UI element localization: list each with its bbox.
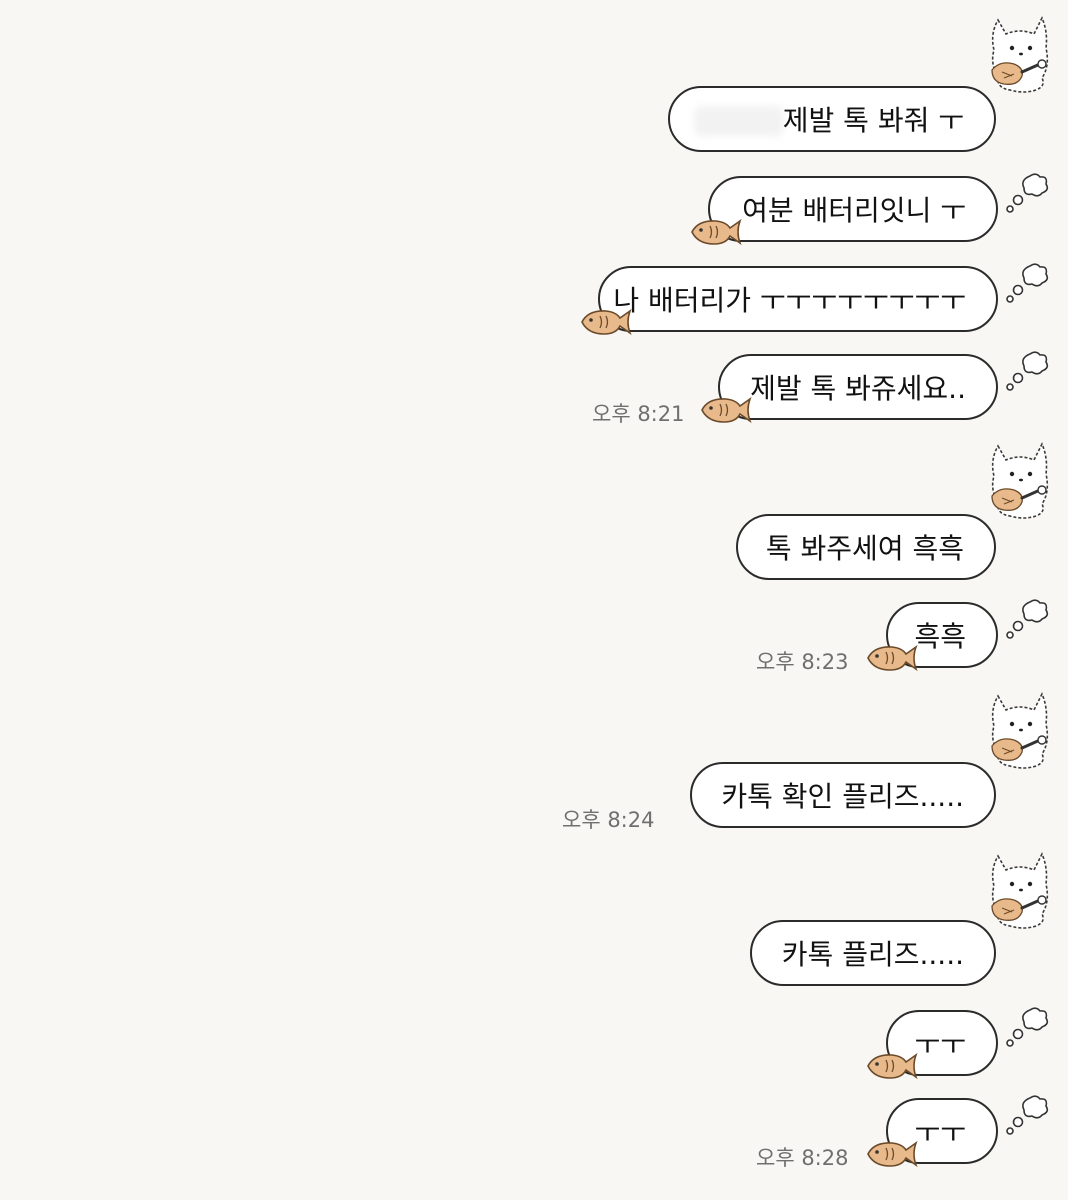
message-text: 흑흑 [914, 620, 966, 653]
chat-bubble: 나 배터리가 ㅜㅜㅜㅜㅜㅜㅜㅜ [598, 266, 998, 332]
timestamp: 오후 8:21 [592, 402, 685, 426]
fish-bread-icon [864, 642, 918, 674]
message-text: ㅜㅜ [914, 1028, 966, 1061]
thought-bubble-icon [1004, 350, 1050, 394]
fish-bread-icon [864, 1050, 918, 1082]
cat-avatar-icon [984, 688, 1056, 770]
thought-bubble-icon [1004, 1006, 1050, 1050]
message-text: 카톡 플리즈..... [781, 938, 964, 971]
cat-avatar-icon [984, 438, 1056, 520]
chat-screen: { "messages": [ {"text": "제발 톡 봐줘 ㅜ"}, {… [0, 0, 1068, 1200]
chat-bubble: 톡 봐주세여 흑흑 [736, 514, 996, 580]
message-text: 제발 톡 봐줘 ㅜ [782, 104, 964, 137]
timestamp: 오후 8:23 [756, 650, 849, 674]
timestamp: 오후 8:24 [562, 808, 655, 832]
message-text: 제발 톡 봐쥬세요.. [750, 372, 966, 405]
thought-bubble-icon [1004, 262, 1050, 306]
fish-bread-icon [578, 306, 632, 338]
chat-bubble: 제발 톡 봐줘 ㅜ [668, 86, 996, 152]
fish-bread-icon [688, 216, 742, 248]
cat-avatar-icon [984, 12, 1056, 94]
thought-bubble-icon [1004, 598, 1050, 642]
chat-bubble: 카톡 플리즈..... [750, 920, 996, 986]
message-text: 카톡 확인 플리즈..... [721, 780, 964, 813]
message-text: 톡 봐주세여 흑흑 [765, 532, 964, 565]
fish-bread-icon [698, 394, 752, 426]
thought-bubble-icon [1004, 172, 1050, 216]
message-text: 나 배터리가 ㅜㅜㅜㅜㅜㅜㅜㅜ [613, 284, 966, 317]
blurred-text [694, 106, 784, 136]
message-text: 여분 배터리잇니 ㅜ [742, 194, 966, 227]
chat-bubble: 제발 톡 봐쥬세요.. [718, 354, 998, 420]
fish-bread-icon [864, 1138, 918, 1170]
message-text: ㅜㅜ [914, 1116, 966, 1149]
cat-avatar-icon [984, 848, 1056, 930]
chat-bubble: 여분 배터리잇니 ㅜ [708, 176, 998, 242]
thought-bubble-icon [1004, 1094, 1050, 1138]
chat-bubble: 카톡 확인 플리즈..... [690, 762, 996, 828]
timestamp: 오후 8:28 [756, 1146, 849, 1170]
